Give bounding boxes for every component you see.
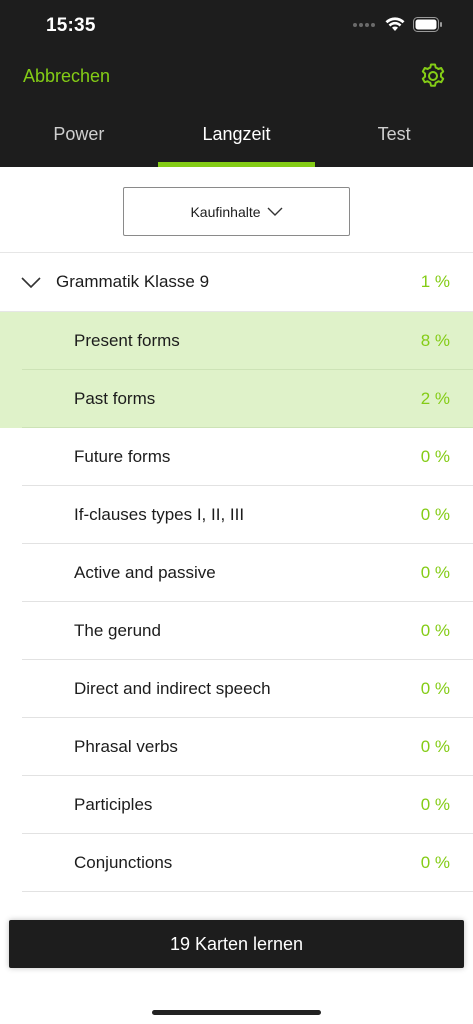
group-label: Grammatik Klasse 9	[56, 272, 210, 291]
group-row[interactable]: Grammatik Klasse 9 1 %	[0, 253, 473, 312]
item-percent: 0 %	[420, 563, 450, 582]
list-item[interactable]: Past forms 2 %	[0, 370, 473, 428]
list-item[interactable]: The gerund 0 %	[0, 602, 473, 660]
list-item[interactable]: Direct and indirect speech 0 %	[0, 660, 473, 718]
item-percent: 0 %	[420, 853, 450, 872]
status-icons	[353, 17, 443, 32]
item-label: Participles	[74, 795, 153, 814]
item-label: If-clauses types I, II, III	[74, 505, 245, 524]
chevron-down-icon	[267, 207, 283, 216]
tab-power[interactable]: Power	[0, 112, 158, 167]
item-percent: 0 %	[420, 505, 450, 524]
tab-test[interactable]: Test	[315, 112, 473, 167]
tab-langzeit[interactable]: Langzeit	[157, 112, 316, 167]
cancel-button[interactable]: Abbrechen	[23, 66, 110, 87]
list-item[interactable]: Conjunctions 0 %	[0, 834, 473, 892]
list-item[interactable]: Present forms 8 %	[0, 312, 473, 370]
item-percent: 0 %	[420, 795, 450, 814]
item-percent: 0 %	[420, 621, 450, 640]
signal-icon	[353, 22, 375, 27]
filter-section: Kaufinhalte	[0, 167, 473, 253]
item-percent: 0 %	[420, 737, 450, 756]
filter-label: Kaufinhalte	[190, 203, 261, 220]
battery-icon	[413, 17, 442, 32]
item-label: Past forms	[74, 389, 156, 408]
bottom-area	[0, 968, 473, 1024]
chevron-down-icon	[21, 277, 41, 288]
item-label: Phrasal verbs	[74, 737, 178, 756]
list-item[interactable]: Phrasal verbs 0 %	[0, 718, 473, 776]
list-item[interactable]: Participles 0 %	[0, 776, 473, 834]
divider	[22, 891, 473, 892]
item-label: Conjunctions	[74, 853, 173, 872]
list-item[interactable]: Future forms 0 %	[0, 428, 473, 486]
home-indicator[interactable]	[152, 1010, 321, 1015]
list-item[interactable]: Active and passive 0 %	[0, 544, 473, 602]
list-item[interactable]: If-clauses types I, II, III 0 %	[0, 486, 473, 544]
filter-dropdown[interactable]: Kaufinhalte	[123, 187, 350, 236]
app-header: 15:35 Abbrechen Power Langzeit Test	[0, 0, 473, 167]
group-percent: 1 %	[420, 272, 450, 291]
item-label: The gerund	[74, 621, 161, 640]
wifi-icon	[385, 17, 405, 31]
learn-cards-button[interactable]: 19 Karten lernen	[9, 920, 464, 968]
topic-list: Grammatik Klasse 9 1 % Present forms 8 %…	[0, 253, 473, 892]
item-label: Active and passive	[74, 563, 216, 582]
item-percent: 8 %	[420, 331, 450, 350]
tab-bar: Power Langzeit Test	[0, 112, 473, 167]
item-label: Present forms	[74, 331, 180, 350]
item-percent: 2 %	[420, 389, 450, 408]
item-percent: 0 %	[420, 679, 450, 698]
status-time: 15:35	[46, 15, 96, 36]
item-label: Future forms	[74, 447, 171, 466]
item-percent: 0 %	[420, 447, 450, 466]
item-label: Direct and indirect speech	[74, 679, 271, 698]
gear-icon[interactable]	[419, 62, 447, 90]
